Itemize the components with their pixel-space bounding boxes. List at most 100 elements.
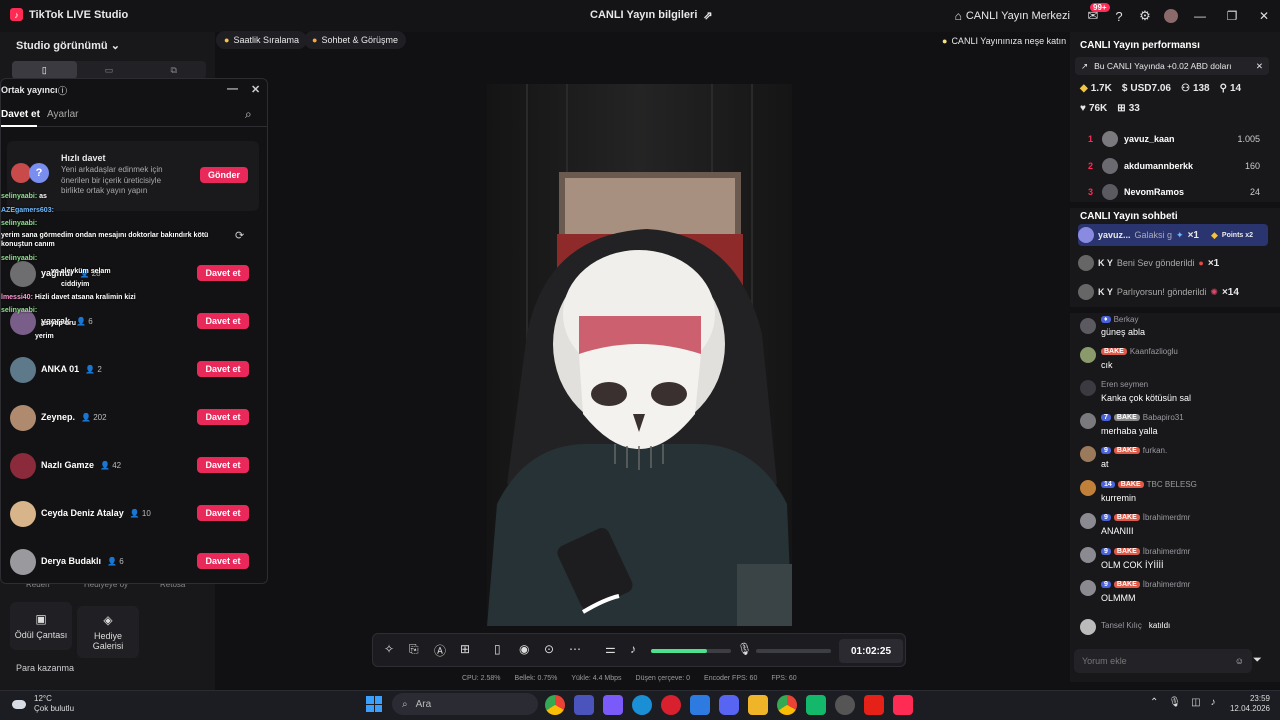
more-icon[interactable]: ⋯ [569, 642, 581, 656]
overlay-chat-text: asiyap uru [41, 320, 77, 327]
hourly-ranking-chip[interactable]: ● Saatlik Sıralama [216, 31, 307, 49]
refresh-icon[interactable]: ⟳ [235, 229, 244, 242]
viewer-count-text: 10 [141, 508, 151, 518]
invite-button[interactable]: Davet et [197, 313, 249, 329]
chat-message: BAKE Kaanfazlioglu cık [1080, 347, 1266, 373]
avatar [10, 453, 36, 479]
mail-icon[interactable] [690, 695, 710, 715]
rank-number: 1 [1088, 134, 1094, 144]
teams-chat-icon[interactable] [603, 695, 623, 715]
chat-user: İbrahimerdmr [1142, 513, 1191, 522]
quick-invite-card: ? Hızlı davet Yeni arkadaşlar edinmek iç… [7, 141, 259, 211]
close-panel-icon[interactable]: ✕ [251, 83, 260, 96]
mic-slider[interactable] [756, 649, 831, 653]
record-icon[interactable]: ◉ [519, 642, 529, 656]
minimize-panel-icon[interactable]: — [227, 83, 238, 95]
translate-icon[interactable]: ⎘ [409, 642, 419, 657]
ranking-row[interactable]: 1 yavuz_kaan 1.005 [1078, 128, 1264, 150]
filter-icon[interactable]: ⏷ [1253, 654, 1262, 667]
emoji-icon[interactable]: ☺ [1235, 656, 1244, 666]
speaker-icon[interactable]: ♪ [630, 642, 636, 656]
rank-value: 160 [1244, 161, 1260, 171]
avatar[interactable] [1158, 0, 1184, 32]
app-icon[interactable] [835, 695, 855, 715]
magic-wand-icon[interactable]: ✧ [384, 642, 394, 656]
maximize-icon[interactable]: ❐ [1216, 0, 1248, 32]
send-quick-invite-button[interactable]: Gönder [200, 167, 248, 183]
gear-icon[interactable]: ⚙ [1132, 0, 1158, 32]
ranking-row[interactable]: 3 NevomRamos 24 [1078, 181, 1264, 203]
discord-icon[interactable] [719, 695, 739, 715]
rank-user: yavuz_kaan [1124, 134, 1175, 144]
avatar [1080, 513, 1096, 529]
teams-icon[interactable] [574, 695, 594, 715]
edge-icon[interactable] [632, 695, 652, 715]
network-icon[interactable]: ◫ [1191, 697, 1200, 708]
phone-icon[interactable]: ▯ [494, 642, 501, 656]
chat-user: İbrahimerdmr [1142, 580, 1191, 589]
clock[interactable]: 23:59 12.04.2026 [1228, 694, 1270, 714]
creator-name-text: Ceyda Deniz Atalay [41, 508, 124, 518]
followers-stat: ⚲ 14 [1220, 83, 1241, 94]
ai-icon[interactable]: Ⓐ [434, 642, 446, 659]
app-icon[interactable] [806, 695, 826, 715]
chat-call-chip[interactable]: ● Sohbet & Görüşme [304, 31, 406, 49]
section-divider [1070, 307, 1280, 313]
inbox-icon[interactable]: ✉ 99+ [1080, 0, 1110, 32]
monetization-label[interactable]: Para kazanma [16, 663, 74, 673]
chrome-profile-icon[interactable] [777, 695, 797, 715]
adjust-icon[interactable]: ⚌ [605, 642, 616, 656]
file-explorer-icon[interactable] [748, 695, 768, 715]
microphone-icon[interactable]: 🎙 [737, 642, 752, 656]
overlay-chat-line: ve aleyküm selam [51, 268, 111, 275]
info-icon[interactable]: ⓘ [58, 84, 67, 97]
chevron-up-icon[interactable]: ⌃ [1150, 697, 1158, 708]
fps-stat: FPS: 60 [771, 675, 797, 682]
microphone-tray-icon[interactable]: 🎙 [1168, 697, 1181, 708]
minimize-icon[interactable]: — [1184, 0, 1216, 32]
live-center-link[interactable]: CANLI Yayın Merkezi [966, 10, 1070, 22]
add-source-icon[interactable]: ⊞ [460, 642, 470, 656]
invite-button[interactable]: Davet et [197, 505, 249, 521]
title-bar: ♪ TikTok LIVE Studio CANLI Yayın bilgile… [0, 0, 1280, 32]
taskbar-search[interactable]: ⌕ Ara [392, 693, 538, 715]
overlay-chat-text: ciddiyim [61, 281, 90, 288]
tips-chip[interactable]: ● CANLI Yayınınıza neşe katın [938, 32, 1070, 50]
tab-settings[interactable]: Ayarlar [47, 109, 79, 120]
studio-view-dropdown[interactable]: Studio görünümü ⌄ [16, 39, 120, 52]
volume-slider[interactable] [651, 649, 731, 653]
opera-icon[interactable] [661, 695, 681, 715]
camera-preview[interactable] [487, 84, 792, 626]
close-icon[interactable]: ✕ [1248, 0, 1280, 32]
level-badge: 9 [1101, 447, 1111, 454]
invite-button[interactable]: Davet et [197, 553, 249, 569]
home-icon[interactable]: ⌂ [955, 9, 962, 23]
dual-layout-icon[interactable]: ⧉ [141, 61, 206, 79]
help-icon[interactable]: ? [1106, 0, 1132, 32]
overlay-chat-text: yerim sana görmedim ondan mesajını dokto… [1, 232, 209, 239]
screenshot-icon[interactable]: ⊙ [544, 642, 554, 656]
search-icon[interactable]: ⌕ [245, 107, 252, 122]
volume-icon[interactable]: ♪ [1211, 697, 1216, 708]
list-item: Derya Budaklı 👤 6 Davet et [7, 543, 259, 583]
chrome-icon[interactable] [545, 695, 565, 715]
youtube-icon[interactable] [864, 695, 884, 715]
tab-invite[interactable]: Davet et [1, 109, 40, 127]
invite-button[interactable]: Davet et [197, 457, 249, 473]
gift-gallery-button[interactable]: ◈ Hediye Galerisi [77, 606, 139, 658]
invite-button[interactable]: Davet et [197, 409, 249, 425]
tiktok-live-studio-icon[interactable] [893, 695, 913, 715]
invite-button[interactable]: Davet et [197, 265, 249, 281]
close-icon[interactable]: ✕ [1256, 61, 1263, 72]
trophy-icon: ● [224, 35, 230, 45]
weather-widget[interactable]: 12°C Çok bulutlu [34, 694, 74, 714]
share-icon[interactable]: ⇗ [703, 9, 712, 22]
live-info-title[interactable]: CANLI Yayın bilgileri ⇗ [590, 9, 713, 22]
invite-button[interactable]: Davet et [197, 361, 249, 377]
ranking-row[interactable]: 2 akdumannberkk 160 [1078, 155, 1264, 177]
comment-input[interactable]: Yorum ekle ☺ [1074, 649, 1252, 673]
landscape-layout-icon[interactable]: ▭ [77, 61, 142, 79]
windows-start-icon[interactable] [366, 696, 382, 712]
reward-bag-button[interactable]: ▣ Ödül Çantası [10, 602, 72, 650]
portrait-layout-icon[interactable]: ▯ [12, 61, 77, 79]
